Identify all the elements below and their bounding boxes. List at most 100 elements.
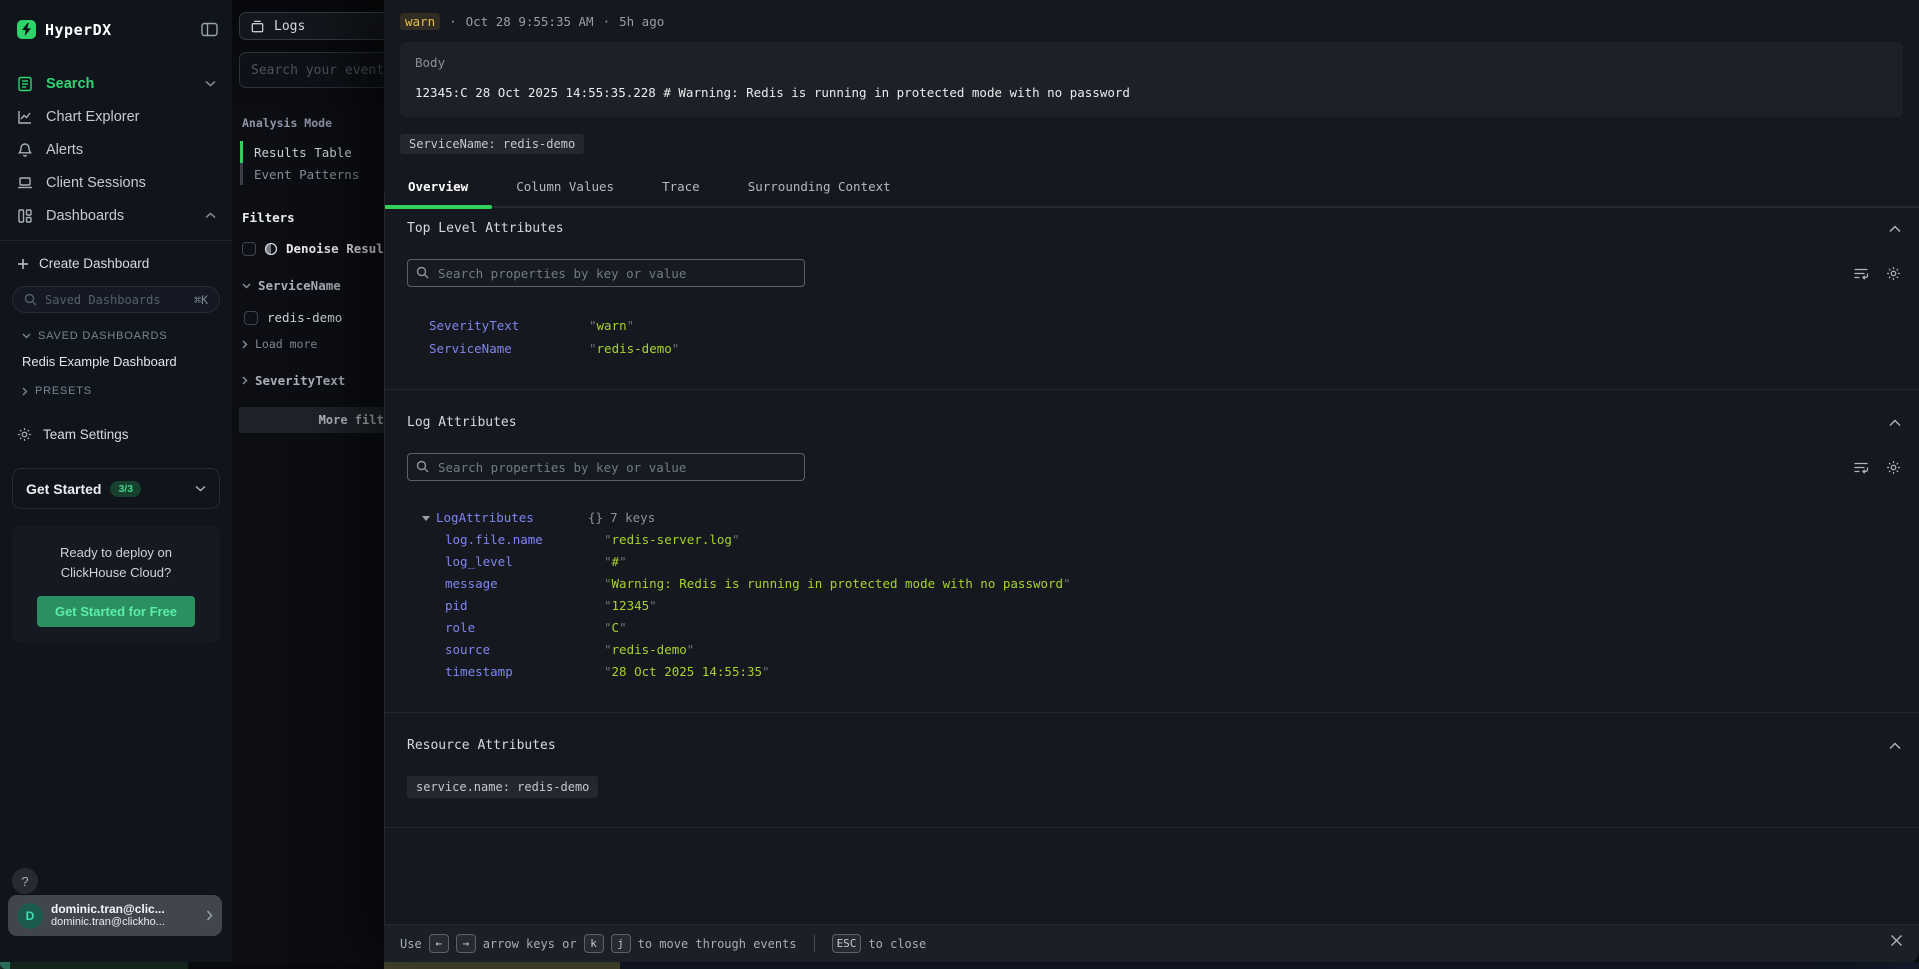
section-title: Resource Attributes <box>407 738 556 753</box>
attribute-value[interactable]: C <box>604 617 627 639</box>
attribute-value[interactable]: warn <box>589 314 634 337</box>
body-card: Body 12345:C 28 Oct 2025 14:55:35.228 # … <box>400 42 1903 117</box>
attribute-key[interactable]: role <box>445 617 604 639</box>
filter-group-label: SeverityText <box>255 373 345 388</box>
search-icon <box>416 460 429 473</box>
chevron-up-icon[interactable] <box>1889 419 1901 427</box>
saved-dashboards-section-toggle[interactable]: SAVED DASHBOARDS <box>22 330 232 342</box>
k-key: k <box>584 934 604 953</box>
log-attributes-root-row[interactable]: LogAttributes {}7 keys <box>422 507 1919 529</box>
progress-badge: 3/3 <box>110 481 141 497</box>
chevron-down-icon <box>242 283 251 289</box>
chevron-up-icon[interactable] <box>1889 225 1901 233</box>
plus-icon <box>17 258 29 270</box>
attribute-key[interactable]: log.file.name <box>445 529 604 551</box>
gear-icon[interactable] <box>1886 266 1901 281</box>
top-level-search-row <box>407 259 1901 287</box>
get-started-free-button[interactable]: Get Started for Free <box>37 596 195 627</box>
background-page-strip <box>0 962 1919 969</box>
overview-tab-content: Top Level Attributes <box>384 193 1919 924</box>
wrap-lines-icon[interactable] <box>1853 460 1869 475</box>
attribute-key[interactable]: source <box>445 639 604 661</box>
top-level-properties-search-input[interactable] <box>407 259 805 287</box>
attribute-value[interactable]: 28 Oct 2025 14:55:35 <box>604 661 770 683</box>
resource-attribute-tag[interactable]: service.name: redis-demo <box>407 776 598 798</box>
denoise-checkbox[interactable] <box>242 242 256 256</box>
chevron-up-icon[interactable] <box>1889 742 1901 750</box>
sidebar-item-chart-explorer[interactable]: Chart Explorer <box>0 100 232 133</box>
dashboard-grid-icon <box>17 208 33 224</box>
attribute-key[interactable]: SeverityText <box>429 314 589 337</box>
team-settings-button[interactable]: Team Settings <box>17 427 232 442</box>
wrap-lines-icon[interactable] <box>1853 266 1869 281</box>
severity-badge: warn <box>400 13 440 30</box>
background-strip-segment <box>384 962 620 969</box>
attribute-value[interactable]: # <box>604 551 627 573</box>
sidebar-item-search[interactable]: Search <box>0 67 232 100</box>
collapse-sidebar-icon[interactable] <box>201 22 218 37</box>
attribute-row: pid 12345 <box>445 595 1919 617</box>
chevron-right-icon <box>242 376 248 385</box>
line-chart-icon <box>17 109 33 125</box>
separator-dot: · <box>449 14 457 29</box>
team-settings-label: Team Settings <box>43 427 129 442</box>
attribute-row: log_level # <box>445 551 1919 573</box>
attribute-key[interactable]: message <box>445 573 604 595</box>
attribute-value[interactable]: 12345 <box>604 595 657 617</box>
footer-text: to close <box>868 937 926 951</box>
sidebar-item-alerts[interactable]: Alerts <box>0 133 232 166</box>
chevron-down-icon <box>22 333 31 339</box>
esc-key: ESC <box>832 934 862 953</box>
user-menu[interactable]: D dominic.tran@clic... dominic.tran@clic… <box>8 895 222 936</box>
presets-section-toggle[interactable]: PRESETS <box>22 385 232 397</box>
logs-source-icon <box>250 19 265 34</box>
attribute-row: SeverityText warn <box>429 314 1919 337</box>
attribute-value[interactable]: redis-server.log <box>604 529 739 551</box>
attribute-key[interactable]: timestamp <box>445 661 604 683</box>
chevron-right-icon <box>242 340 248 349</box>
get-started-label: Get Started <box>26 481 101 497</box>
background-strip-segment <box>620 962 1919 969</box>
filter-value-checkbox[interactable] <box>244 311 258 325</box>
log-attributes-search-row <box>407 453 1901 481</box>
gear-icon[interactable] <box>1886 460 1901 475</box>
promo-text-line2: ClickHouse Cloud? <box>22 563 210 583</box>
resource-attributes-section-header: Resource Attributes <box>407 738 1901 753</box>
sidebar-item-dashboards[interactable]: Dashboards <box>0 199 232 232</box>
chevron-down-icon <box>205 80 216 87</box>
denoise-label: Denoise Results <box>286 241 399 256</box>
help-button[interactable]: ? <box>12 868 38 894</box>
log-attributes-children: log.file.name redis-server.log log_level… <box>445 529 1919 683</box>
log-attributes-section-header: Log Attributes <box>407 415 1901 430</box>
service-name-tag[interactable]: ServiceName: redis-demo <box>400 134 584 154</box>
close-icon[interactable] <box>1889 933 1904 948</box>
log-attributes-tree: LogAttributes {}7 keys log.file.name red… <box>422 507 1919 683</box>
avatar: D <box>17 903 43 929</box>
log-attributes-properties-search-input[interactable] <box>407 453 805 481</box>
shortcut-hint: ⌘K <box>194 293 208 307</box>
top-level-attributes-section-header: Top Level Attributes <box>407 221 1901 236</box>
attribute-row: timestamp 28 Oct 2025 14:55:35 <box>445 661 1919 683</box>
presets-header: PRESETS <box>35 385 92 397</box>
sidebar-item-client-sessions[interactable]: Client Sessions <box>0 166 232 199</box>
arrow-left-key: ← <box>429 934 449 953</box>
arrow-right-key: → <box>456 934 476 953</box>
saved-dashboards-search[interactable]: Saved Dashboards ⌘K <box>12 286 220 313</box>
search-doc-icon <box>17 76 33 92</box>
attribute-key[interactable]: ServiceName <box>429 337 589 360</box>
attribute-key[interactable]: log_level <box>445 551 604 573</box>
get-started-card[interactable]: Get Started 3/3 <box>12 468 220 509</box>
event-header: warn · Oct 28 9:55:35 AM · 5h ago <box>384 0 1919 30</box>
attribute-value[interactable]: Warning: Redis is running in protected m… <box>604 573 1071 595</box>
sidebar-item-label: Alerts <box>46 142 83 158</box>
saved-dashboards-placeholder: Saved Dashboards <box>45 293 161 307</box>
event-details-drawer: warn · Oct 28 9:55:35 AM · 5h ago Body 1… <box>384 0 1919 962</box>
saved-dashboard-item[interactable]: Redis Example Dashboard <box>22 354 232 369</box>
attribute-key[interactable]: pid <box>445 595 604 617</box>
attribute-value[interactable]: redis-demo <box>604 639 694 661</box>
attribute-value[interactable]: redis-demo <box>589 337 679 360</box>
drawer-footer: Use ← → arrow keys or k j to move throug… <box>384 924 1919 962</box>
attribute-row: log.file.name redis-server.log <box>445 529 1919 551</box>
caret-down-icon <box>422 516 430 521</box>
create-dashboard-button[interactable]: Create Dashboard <box>0 241 232 271</box>
